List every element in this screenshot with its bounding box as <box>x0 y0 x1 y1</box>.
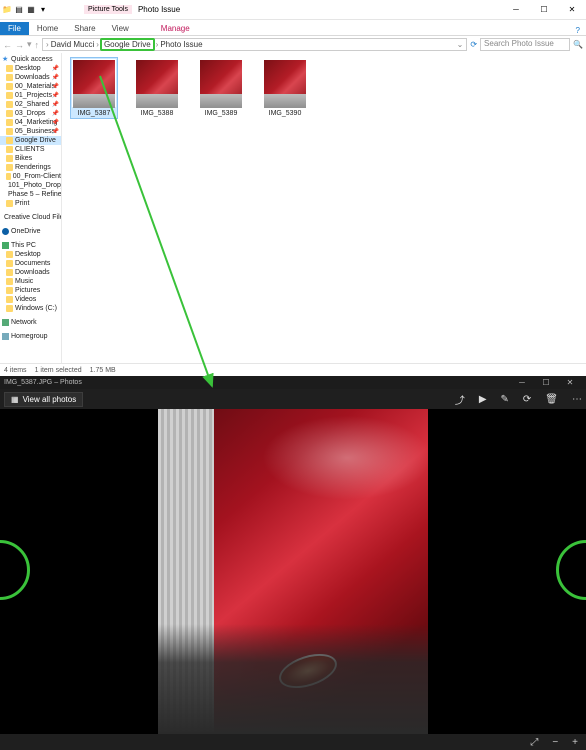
forward-button[interactable]: → <box>15 40 24 50</box>
more-icon[interactable]: ⋯ <box>572 394 582 405</box>
new-folder-icon[interactable]: ▦ <box>26 5 36 15</box>
photos-window: IMG_5387.JPG – Photos ─ ☐ ✕ ▦ View all p… <box>0 376 586 750</box>
tree-item[interactable]: 01_Projects📌 <box>0 91 61 100</box>
file-thumb[interactable]: IMG_5389 <box>198 59 244 117</box>
status-bar: 4 items 1 item selected 1.75 MB <box>0 363 586 376</box>
recent-dropdown-icon[interactable]: ▾ <box>27 39 32 50</box>
tree-item[interactable]: Desktop📌 <box>0 64 61 73</box>
refresh-icon[interactable]: ⟳ <box>470 40 477 49</box>
close-button[interactable]: ✕ <box>558 1 586 19</box>
zoom-out-icon[interactable]: − <box>552 737 558 748</box>
tree-item[interactable]: Windows (C:) <box>0 304 61 313</box>
minimize-button[interactable]: ─ <box>510 378 534 387</box>
search-icon[interactable]: 🔍 <box>573 40 583 49</box>
tree-quick-access[interactable]: ★Quick access <box>0 55 61 64</box>
tree-google-drive[interactable]: Google Drive <box>0 136 61 145</box>
help-icon[interactable]: ? <box>570 26 586 35</box>
crumb-folder[interactable]: Photo Issue <box>160 40 202 49</box>
tab-home[interactable]: Home <box>29 22 66 35</box>
view-all-button[interactable]: ▦ View all photos <box>4 392 83 407</box>
chevron-icon[interactable]: › <box>46 40 49 49</box>
tree-item[interactable]: 02_Shared📌 <box>0 100 61 109</box>
history-dropdown-icon[interactable]: ⌄ <box>457 40 464 49</box>
rotate-icon[interactable]: ⟳ <box>523 394 531 405</box>
tree-item[interactable]: 00_Materials📌 <box>0 82 61 91</box>
photos-toolbar: ▦ View all photos ⤴ ▶ ✎ ⟳ 🗑 ⋯ <box>0 389 586 409</box>
context-tab-group: Picture Tools Photo Issue <box>84 5 180 14</box>
delete-icon[interactable]: 🗑 <box>545 394 558 405</box>
crumb-user[interactable]: David Mucci <box>51 40 95 49</box>
folder-icon: 📁 <box>2 5 12 15</box>
tree-thispc[interactable]: This PC <box>0 241 61 250</box>
maximize-button[interactable]: ☐ <box>534 378 558 387</box>
tab-share[interactable]: Share <box>66 22 103 35</box>
tab-view[interactable]: View <box>104 22 137 35</box>
crumb-google-drive[interactable]: Google Drive <box>100 38 155 51</box>
tab-file[interactable]: File <box>0 22 29 35</box>
photo-stage[interactable] <box>0 409 586 734</box>
explorer-window-controls: ─ ☐ ✕ <box>502 1 586 19</box>
minimize-button[interactable]: ─ <box>502 1 530 19</box>
file-thumb[interactable]: IMG_5388 <box>134 59 180 117</box>
properties-icon[interactable]: ▤ <box>14 5 24 15</box>
file-explorer-window: 📁 ▤ ▦ ▾ Picture Tools Photo Issue ─ ☐ ✕ … <box>0 0 586 376</box>
tree-homegroup[interactable]: Homegroup <box>0 332 61 341</box>
quick-access-toolbar: 📁 ▤ ▦ ▾ <box>0 5 48 15</box>
status-size: 1.75 MB <box>90 367 116 374</box>
photos-titlebar: IMG_5387.JPG – Photos ─ ☐ ✕ <box>0 376 586 389</box>
tree-item[interactable]: Downloads📌 <box>0 73 61 82</box>
breadcrumb[interactable]: › David Mucci › Google Drive › Photo Iss… <box>42 38 467 51</box>
explorer-titlebar: 📁 ▤ ▦ ▾ Picture Tools Photo Issue ─ ☐ ✕ <box>0 0 586 20</box>
file-list[interactable]: IMG_5387 IMG_5388 IMG_5389 IMG_5390 <box>62 53 586 363</box>
tree-item[interactable]: Print <box>0 199 61 208</box>
tab-manage[interactable]: Manage <box>153 22 198 35</box>
up-button[interactable]: ↑ <box>35 40 40 50</box>
photo-image <box>158 409 428 734</box>
tree-item[interactable]: 00_From-Client <box>0 172 61 181</box>
status-count: 4 items <box>4 367 27 374</box>
grid-icon: ▦ <box>11 395 19 404</box>
tree-item[interactable]: CLIENTS <box>0 145 61 154</box>
window-title: Photo Issue <box>134 5 180 14</box>
picture-tools-label: Picture Tools <box>84 5 132 14</box>
tree-item[interactable]: 05_Business📌 <box>0 127 61 136</box>
tree-item[interactable]: 04_Marketing📌 <box>0 118 61 127</box>
fit-icon[interactable]: ⤢ <box>530 737 538 748</box>
search-input[interactable]: Search Photo Issue <box>480 38 570 51</box>
tree-network[interactable]: Network <box>0 318 61 327</box>
file-thumb[interactable]: IMG_5390 <box>262 59 308 117</box>
tree-item[interactable]: Bikes <box>0 154 61 163</box>
tree-item[interactable]: Documents <box>0 259 61 268</box>
file-thumb[interactable]: IMG_5387 <box>71 58 117 118</box>
tree-item[interactable]: Videos <box>0 295 61 304</box>
ribbon-tabs: File Home Share View Manage ? <box>0 20 586 36</box>
tree-item[interactable]: Downloads <box>0 268 61 277</box>
photos-footer: ⤢ − + <box>0 734 586 750</box>
status-selected: 1 item selected <box>35 367 82 374</box>
tree-item[interactable]: 03_Drops📌 <box>0 109 61 118</box>
back-button[interactable]: ← <box>3 40 12 50</box>
tree-item[interactable]: Pictures <box>0 286 61 295</box>
zoom-in-icon[interactable]: + <box>572 737 578 748</box>
tree-item[interactable]: Music <box>0 277 61 286</box>
tree-item[interactable]: 101_Photo_Drop_07 <box>0 181 61 190</box>
tree-item[interactable]: Renderings <box>0 163 61 172</box>
photo-detail <box>275 647 341 694</box>
maximize-button[interactable]: ☐ <box>530 1 558 19</box>
nav-tree[interactable]: ★Quick access Desktop📌 Downloads📌 00_Mat… <box>0 53 62 363</box>
share-icon[interactable]: ⤴ <box>455 392 465 407</box>
tree-ccf[interactable]: Creative Cloud Files <box>0 213 61 222</box>
address-bar-row: ← → ▾ ↑ › David Mucci › Google Drive › P… <box>0 36 586 53</box>
tree-item[interactable]: Phase 5 – Refine <box>0 190 61 199</box>
tree-item[interactable]: Desktop <box>0 250 61 259</box>
photos-title: IMG_5387.JPG – Photos <box>4 379 82 386</box>
tree-onedrive[interactable]: OneDrive <box>0 227 61 236</box>
edit-icon[interactable]: ✎ <box>501 394 509 405</box>
close-button[interactable]: ✕ <box>558 378 582 387</box>
slideshow-icon[interactable]: ▶ <box>479 394 487 405</box>
qat-dropdown-icon[interactable]: ▾ <box>38 5 48 15</box>
